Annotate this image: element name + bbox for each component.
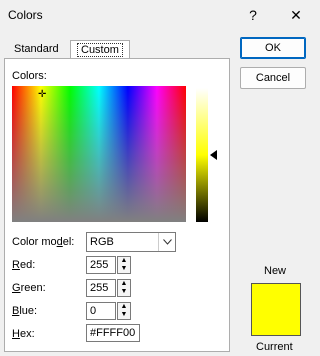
tab-standard-label: Standard xyxy=(14,43,59,55)
color-model-value: RGB xyxy=(90,236,114,248)
hex-input[interactable]: #FFFF00 xyxy=(86,324,140,342)
tab-custom[interactable]: Custom xyxy=(70,40,130,58)
color-model-select[interactable]: RGB xyxy=(86,232,176,252)
ok-button[interactable]: OK xyxy=(240,37,306,59)
blue-stepper[interactable]: ▲ ▼ xyxy=(117,302,131,320)
green-input[interactable]: 255 xyxy=(86,279,116,297)
colors-label: Colors: xyxy=(12,70,47,82)
red-label: Red: xyxy=(12,259,36,271)
spin-down-icon: ▼ xyxy=(120,265,128,272)
green-stepper[interactable]: ▲ ▼ xyxy=(117,279,131,297)
luminance-arrow-icon[interactable] xyxy=(210,150,217,160)
new-label: New xyxy=(264,265,287,277)
spin-down-icon: ▼ xyxy=(120,288,128,295)
tab-custom-label: Custom xyxy=(77,43,123,57)
color-model-label: Color model: xyxy=(12,236,75,248)
green-label: Green: xyxy=(12,282,46,294)
current-label: Current xyxy=(256,341,293,353)
red-stepper[interactable]: ▲ ▼ xyxy=(117,256,131,274)
blue-label: Blue: xyxy=(12,305,38,317)
cancel-button[interactable]: Cancel xyxy=(240,67,306,89)
close-icon[interactable]: ✕ xyxy=(287,6,305,24)
spin-up-icon: ▲ xyxy=(120,257,128,264)
color-spectrum[interactable] xyxy=(12,86,186,222)
tab-standard[interactable]: Standard xyxy=(8,40,65,58)
chevron-down-icon[interactable] xyxy=(158,233,175,251)
crosshair-icon: ✛ xyxy=(38,89,47,100)
blue-input[interactable]: 0 xyxy=(86,302,116,320)
spin-up-icon: ▲ xyxy=(120,280,128,287)
help-icon[interactable]: ? xyxy=(244,6,262,24)
spin-down-icon: ▼ xyxy=(120,311,128,318)
hex-label: Hex: xyxy=(12,328,35,340)
dialog-title: Colors xyxy=(8,8,43,22)
color-preview-swatch xyxy=(251,283,301,336)
spin-up-icon: ▲ xyxy=(120,303,128,310)
luminance-slider[interactable] xyxy=(196,88,208,222)
red-input[interactable]: 255 xyxy=(86,256,116,274)
